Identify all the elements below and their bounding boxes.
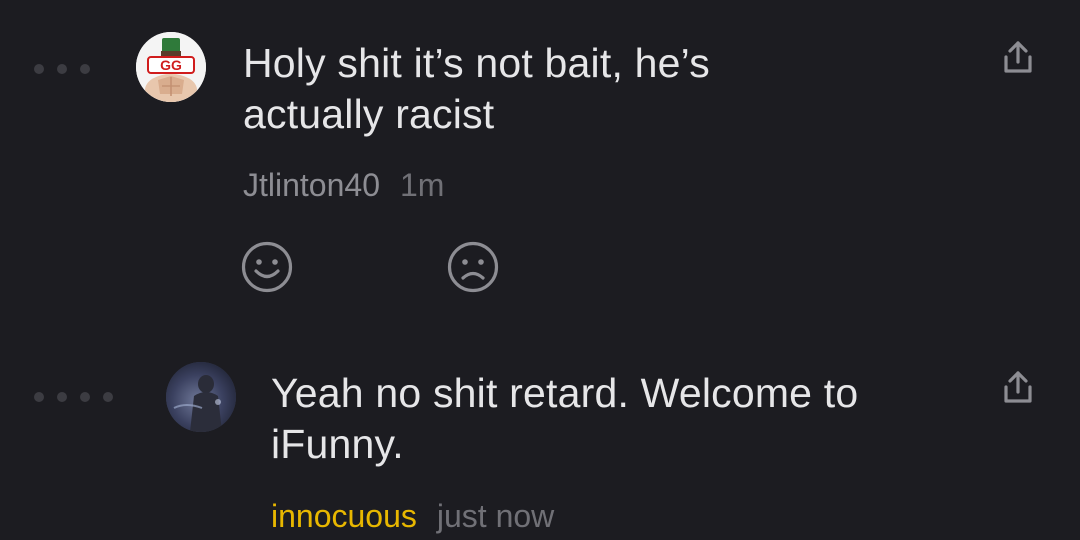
comment-2: Yeah no shit retard. Welcome to iFunny. … <box>0 330 1080 540</box>
comment-time: 1m <box>399 167 445 203</box>
thread-indicator <box>34 392 113 402</box>
comment-text: Holy shit it’s not bait, he’s actually r… <box>243 40 710 137</box>
comment-meta: Jtlinton40 1m <box>243 166 444 204</box>
frown-icon[interactable] <box>446 240 500 294</box>
comment-author[interactable]: innocuous <box>271 498 417 534</box>
avatar-badge-text: GG <box>160 57 182 73</box>
thread-indicator <box>34 64 90 74</box>
avatar[interactable]: GG <box>136 32 206 102</box>
avatar[interactable] <box>166 362 236 432</box>
avatar-image: GG <box>136 32 206 102</box>
comment-time: just now <box>436 498 555 534</box>
share-icon[interactable] <box>998 368 1038 408</box>
comment-1: GG Holy shit it’s not bait, he’s actuall… <box>0 0 1080 330</box>
comment-meta: innocuous just now <box>271 497 554 535</box>
smile-icon[interactable] <box>240 240 294 294</box>
share-icon[interactable] <box>998 38 1038 78</box>
comment-author[interactable]: Jtlinton40 <box>243 167 380 203</box>
comments-screen: GG Holy shit it’s not bait, he’s actuall… <box>0 0 1080 540</box>
avatar-image <box>166 362 236 432</box>
comment-text: Yeah no shit retard. Welcome to iFunny. <box>271 370 859 467</box>
